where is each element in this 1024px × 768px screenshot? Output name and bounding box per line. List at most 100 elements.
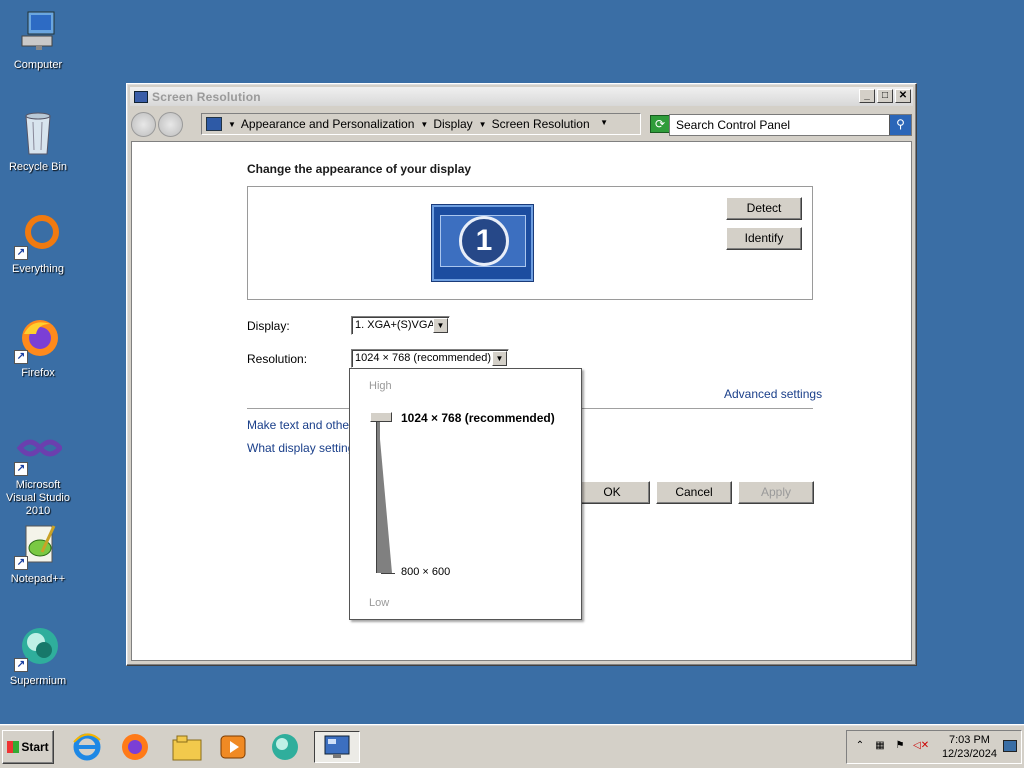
- everything-icon: ↗: [14, 212, 62, 260]
- computer-icon: [14, 8, 62, 56]
- resolution-select[interactable]: 1024 × 768 (recommended) ▼: [351, 349, 509, 368]
- slider-tick: [381, 573, 395, 574]
- desktop-icon-firefox[interactable]: ↗ Firefox: [0, 316, 76, 380]
- desktop-icon-notepadpp[interactable]: ↗ Notepad++: [0, 522, 76, 586]
- forward-button[interactable]: [158, 111, 183, 137]
- resolution-slider-track[interactable]: [376, 417, 380, 573]
- resolution-option-1024x768[interactable]: 1024 × 768 (recommended): [401, 411, 555, 425]
- desktop-icon-label: Recycle Bin: [8, 161, 68, 173]
- cancel-button[interactable]: Cancel: [656, 481, 732, 504]
- monitor-1[interactable]: 1: [432, 205, 533, 281]
- resolution-label: Resolution:: [247, 352, 308, 366]
- start-button[interactable]: Start: [2, 730, 54, 764]
- chevron-right-icon: ▼: [420, 119, 429, 129]
- display-settings-icon[interactable]: [314, 731, 360, 763]
- slider-wedge: [378, 417, 392, 573]
- desktop-icon-label: Microsoft Visual Studio 2010: [5, 479, 70, 517]
- shortcut-arrow-icon: ↗: [14, 462, 28, 476]
- chevron-right-icon: ▼: [478, 119, 487, 129]
- notepadpp-icon: ↗: [14, 522, 62, 570]
- back-button[interactable]: [131, 111, 156, 137]
- search-input[interactable]: Search Control Panel ⚲: [669, 114, 912, 136]
- display-select-value: 1. XGA+(S)VGA: [355, 319, 435, 331]
- breadcrumb-label: Screen Resolution: [491, 117, 590, 131]
- resolution-option-800x600[interactable]: 800 × 600: [401, 566, 450, 578]
- close-button[interactable]: ✕: [895, 89, 911, 103]
- visual-studio-icon: ↗: [14, 428, 64, 476]
- search-icon[interactable]: ⚲: [889, 115, 911, 135]
- display-settings-help-link[interactable]: What display settings: [247, 441, 360, 455]
- desktop-icon-label: Supermium: [9, 675, 67, 687]
- desktop-icon-recycle-bin[interactable]: Recycle Bin: [0, 110, 76, 174]
- taskbar: Start ⌃ ▦ ⚑ ◁✕ 7:03 PM 12/23/2024: [0, 724, 1024, 768]
- ok-button[interactable]: OK: [574, 481, 650, 504]
- breadcrumb-label: Appearance and Personalization: [240, 117, 415, 131]
- text-size-link[interactable]: Make text and other i: [247, 418, 359, 432]
- display-settings-icon: [134, 90, 148, 103]
- supermium-icon: ↗: [14, 624, 62, 672]
- control-panel-icon: [206, 117, 222, 131]
- breadcrumb-item[interactable]: ▼ Screen Resolution: [479, 117, 590, 131]
- action-center-flag-icon[interactable]: ⚑: [893, 740, 907, 754]
- title-bar[interactable]: Screen Resolution _ □ ✕: [130, 87, 913, 106]
- desktop-icon-computer[interactable]: Computer: [0, 8, 76, 72]
- desktop-icon-everything[interactable]: ↗ Everything: [0, 212, 76, 276]
- shortcut-arrow-icon: ↗: [14, 350, 28, 364]
- shortcut-arrow-icon: ↗: [14, 658, 28, 672]
- chevron-right-icon: ▼: [228, 119, 236, 129]
- resolution-select-value: 1024 × 768 (recommended): [355, 352, 492, 364]
- display-label: Display:: [247, 319, 290, 333]
- back-forward-buttons: [131, 111, 187, 137]
- desktop-icon-label: Firefox: [21, 367, 55, 379]
- high-label: High: [369, 380, 392, 392]
- advanced-settings-link[interactable]: Advanced settings: [724, 387, 822, 401]
- window-title: Screen Resolution: [152, 89, 261, 104]
- windows-logo-icon: [7, 741, 20, 753]
- network-icon[interactable]: ▦: [873, 740, 887, 754]
- desktop-icon-label: Everything: [12, 263, 64, 275]
- refresh-icon[interactable]: ⟳: [650, 115, 670, 133]
- desktop-icon-label: Computer: [13, 59, 63, 71]
- chevron-down-icon[interactable]: ▼: [433, 318, 448, 333]
- resolution-dropdown-popup: High 1024 × 768 (recommended) 800 × 600 …: [349, 368, 582, 620]
- apply-button[interactable]: Apply: [738, 481, 814, 504]
- chevron-down-icon[interactable]: ▼: [492, 351, 507, 366]
- address-dropdown-icon[interactable]: ▼: [600, 118, 608, 127]
- firefox-icon: ↗: [14, 316, 62, 364]
- breadcrumb-item[interactable]: ▼ Appearance and Personalization: [228, 117, 414, 131]
- media-player-icon[interactable]: [216, 731, 250, 763]
- shortcut-arrow-icon: ↗: [14, 246, 28, 260]
- maximize-button[interactable]: □: [877, 89, 893, 103]
- explorer-icon[interactable]: [170, 731, 204, 763]
- system-tray: ⌃ ▦ ⚑ ◁✕ 7:03 PM 12/23/2024: [846, 730, 1022, 764]
- clock[interactable]: 7:03 PM 12/23/2024: [942, 733, 997, 761]
- clock-date: 12/23/2024: [941, 748, 997, 760]
- window-controls: _ □ ✕: [859, 89, 911, 103]
- page-title: Change the appearance of your display: [247, 162, 472, 176]
- start-label: Start: [21, 740, 49, 754]
- recycle-bin-icon: [14, 110, 62, 158]
- desktop-icon-label: Notepad++: [10, 573, 66, 585]
- desktop-icon-supermium[interactable]: ↗ Supermium: [0, 624, 76, 688]
- search-placeholder: Search Control Panel: [676, 118, 791, 132]
- volume-muted-icon[interactable]: ◁✕: [913, 740, 929, 754]
- monitor-number: 1: [459, 216, 509, 266]
- firefox-icon[interactable]: [118, 731, 152, 763]
- resolution-slider-thumb[interactable]: [370, 412, 392, 422]
- clock-time: 7:03 PM: [948, 734, 990, 746]
- display-select[interactable]: 1. XGA+(S)VGA ▼: [351, 316, 450, 335]
- show-desktop-icon[interactable]: [1003, 740, 1017, 752]
- low-label: Low: [369, 597, 390, 609]
- desktop-icon-visual-studio[interactable]: ↗ Microsoft Visual Studio 2010: [0, 428, 76, 518]
- internet-explorer-icon[interactable]: [70, 731, 104, 763]
- supermium-icon[interactable]: [268, 731, 302, 763]
- identify-button[interactable]: Identify: [726, 227, 802, 250]
- shortcut-arrow-icon: ↗: [14, 556, 28, 570]
- breadcrumb-item[interactable]: ▼ Display: [420, 117, 472, 131]
- breadcrumb-label: Display: [433, 117, 473, 131]
- show-hidden-icons-icon[interactable]: ⌃: [853, 740, 867, 754]
- address-bar[interactable]: ▼ Appearance and Personalization ▼ Display…: [201, 113, 670, 135]
- minimize-button[interactable]: _: [859, 89, 875, 103]
- detect-button[interactable]: Detect: [726, 197, 802, 220]
- display-preview: 1 Detect Identify: [247, 186, 813, 300]
